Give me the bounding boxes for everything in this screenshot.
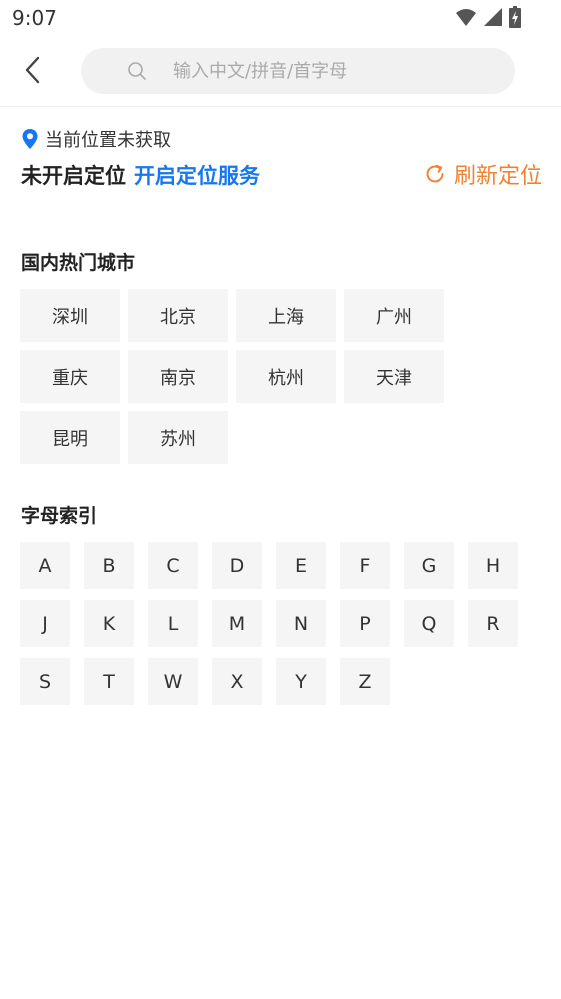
letter-chip[interactable]: K bbox=[84, 600, 134, 647]
current-location-label: 当前位置未获取 bbox=[45, 130, 171, 151]
letter-chip[interactable]: A bbox=[20, 542, 70, 589]
chevron-left-icon bbox=[25, 56, 40, 84]
letter-chip[interactable]: G bbox=[404, 542, 454, 589]
letter-chip[interactable]: H bbox=[468, 542, 518, 589]
refresh-icon bbox=[426, 164, 444, 183]
letter-chip[interactable]: M bbox=[212, 600, 262, 647]
cellular-signal-icon bbox=[484, 8, 502, 26]
letter-chip[interactable]: Y bbox=[276, 658, 326, 705]
wifi-icon bbox=[456, 9, 476, 26]
status-icons bbox=[455, 6, 521, 28]
enable-location-link[interactable]: 开启定位服务 bbox=[134, 160, 260, 190]
status-bar: 9:07 bbox=[0, 0, 561, 36]
city-chip[interactable]: 昆明 bbox=[20, 411, 120, 464]
letter-chip[interactable]: J bbox=[20, 600, 70, 647]
letter-chip[interactable]: F bbox=[340, 542, 390, 589]
letter-chip[interactable]: L bbox=[148, 600, 198, 647]
letter-chip[interactable]: Q bbox=[404, 600, 454, 647]
search-box[interactable] bbox=[81, 48, 515, 94]
city-chip[interactable]: 广州 bbox=[344, 289, 444, 342]
letter-chip[interactable]: B bbox=[84, 542, 134, 589]
letter-chip[interactable]: S bbox=[20, 658, 70, 705]
search-icon bbox=[128, 62, 146, 80]
hot-cities-grid: 深圳 北京 上海 广州 重庆 南京 杭州 天津 昆明 苏州 bbox=[20, 289, 450, 464]
status-time: 9:07 bbox=[12, 6, 57, 30]
letter-chip[interactable]: W bbox=[148, 658, 198, 705]
location-section: 当前位置未获取 未开启定位 开启定位服务 刷新定位 bbox=[21, 126, 546, 196]
city-chip[interactable]: 北京 bbox=[128, 289, 228, 342]
city-chip[interactable]: 深圳 bbox=[20, 289, 120, 342]
current-location-row: 当前位置未获取 bbox=[21, 126, 546, 152]
letter-index-title: 字母索引 bbox=[21, 505, 98, 527]
letter-chip[interactable]: P bbox=[340, 600, 390, 647]
letter-chip[interactable]: D bbox=[212, 542, 262, 589]
back-button[interactable] bbox=[18, 54, 50, 86]
city-chip[interactable]: 上海 bbox=[236, 289, 336, 342]
refresh-location-label: 刷新定位 bbox=[453, 164, 542, 189]
letter-chip[interactable]: Z bbox=[340, 658, 390, 705]
city-chip[interactable]: 天津 bbox=[344, 350, 444, 403]
letter-index-grid: A B C D E F G H J K L M N P Q R S T W X … bbox=[20, 542, 520, 705]
location-pin-icon bbox=[22, 129, 38, 149]
refresh-location-button[interactable]: 刷新定位 bbox=[424, 158, 542, 190]
city-chip[interactable]: 杭州 bbox=[236, 350, 336, 403]
header bbox=[0, 36, 561, 107]
search-input[interactable] bbox=[171, 59, 475, 83]
letter-chip[interactable]: N bbox=[276, 600, 326, 647]
hot-cities-title: 国内热门城市 bbox=[21, 252, 136, 274]
letter-chip[interactable]: R bbox=[468, 600, 518, 647]
letter-chip[interactable]: C bbox=[148, 542, 198, 589]
letter-chip[interactable]: E bbox=[276, 542, 326, 589]
battery-icon bbox=[509, 6, 521, 28]
letter-chip[interactable]: T bbox=[84, 658, 134, 705]
city-chip[interactable]: 苏州 bbox=[128, 411, 228, 464]
letter-chip[interactable]: X bbox=[212, 658, 262, 705]
city-chip[interactable]: 重庆 bbox=[20, 350, 120, 403]
location-status: 未开启定位 bbox=[21, 164, 126, 188]
city-chip[interactable]: 南京 bbox=[128, 350, 228, 403]
